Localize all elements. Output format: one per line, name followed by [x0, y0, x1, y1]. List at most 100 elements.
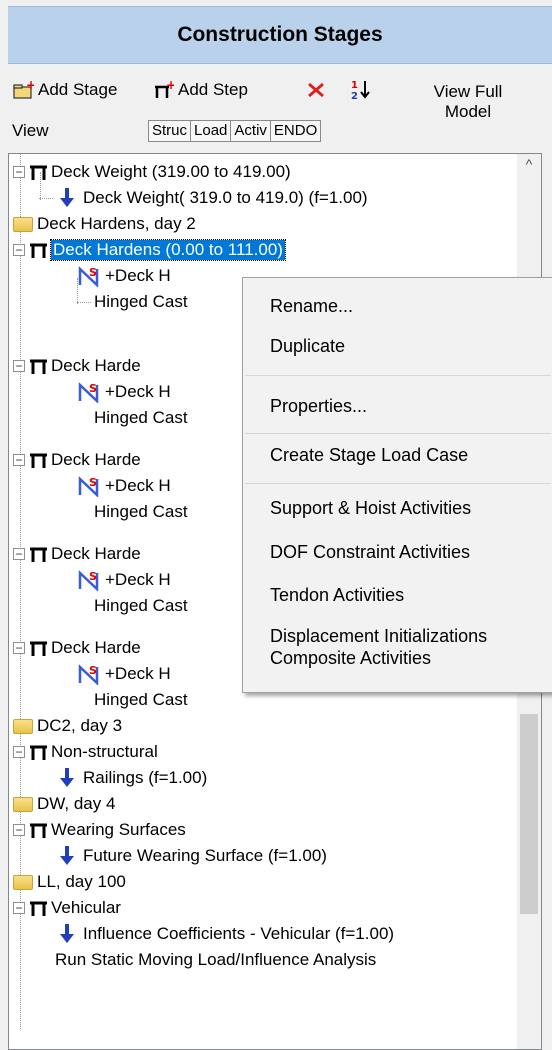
activity-icon: S — [78, 382, 99, 403]
menu-duplicate[interactable]: Duplicate — [270, 336, 345, 357]
tree-stage-label: DC2, day 3 — [37, 716, 123, 735]
tree-step[interactable]: − Non-structural — [13, 739, 158, 765]
tree-step-label: Deck Harde — [51, 544, 141, 563]
tree-item[interactable]: Run Static Moving Load/Influence Analysi… — [39, 947, 376, 973]
step-icon — [30, 823, 47, 838]
svg-text:S: S — [89, 266, 97, 279]
tree-activity-label: +Deck H — [105, 476, 171, 495]
tree-activity[interactable]: S +Deck H — [77, 263, 171, 289]
tree-load-label: Deck Weight( 319.0 to 419.0) (f=1.00) — [83, 188, 368, 207]
sort-button[interactable]: 1 2 — [350, 78, 372, 100]
tree-item-label: Hinged Cast — [94, 596, 188, 615]
load-arrow-icon — [60, 924, 74, 943]
menu-dof-constraint-activities[interactable]: DOF Constraint Activities — [270, 542, 470, 563]
load-arrow-icon — [60, 188, 74, 207]
tree-step[interactable]: − Deck Hardens (0.00 to 111.00) — [13, 237, 286, 263]
tree-load-label: Influence Coefficients - Vehicular (f=1.… — [83, 924, 395, 943]
menu-tendon-activities[interactable]: Tendon Activities — [270, 585, 404, 606]
tab-struc[interactable]: Struc — [148, 120, 192, 142]
add-step-button[interactable]: + Add Step — [152, 80, 248, 100]
add-stage-button[interactable]: + Add Stage — [12, 80, 117, 100]
menu-separator — [245, 483, 551, 484]
tree-item-label: Run Static Moving Load/Influence Analysi… — [55, 950, 377, 969]
tree-stage[interactable]: LL, day 100 — [13, 869, 126, 895]
add-stage-icon: + — [13, 80, 34, 99]
menu-composite-activities[interactable]: Composite Activities — [270, 648, 431, 669]
tree-step[interactable]: − Deck Harde — [13, 635, 141, 661]
tree-step[interactable]: − Vehicular — [13, 895, 121, 921]
delete-button[interactable] — [306, 80, 328, 100]
context-menu: Rename... Duplicate Properties... Create… — [242, 277, 552, 693]
tree-stage[interactable]: Deck Hardens, day 2 — [13, 211, 196, 237]
tree-step[interactable]: − Deck Harde — [13, 353, 141, 379]
toolbar: + Add Stage + Add Step 1 2 View Full Mod… — [8, 70, 552, 150]
step-icon — [30, 901, 47, 916]
folder-icon — [13, 874, 33, 890]
svg-text:S: S — [89, 476, 97, 489]
tree-item[interactable]: Hinged Cast — [77, 289, 188, 315]
tree-step-label: Deck Hardens (0.00 to 111.00) — [50, 239, 286, 261]
tree-step[interactable]: − Deck Harde — [13, 541, 141, 567]
collapse-icon[interactable]: − — [13, 746, 25, 758]
menu-rename[interactable]: Rename... — [270, 296, 353, 317]
activity-icon: S — [78, 476, 99, 497]
scroll-up-icon[interactable]: ^ — [521, 156, 537, 172]
tree-item-label: Hinged Cast — [94, 690, 188, 709]
tree-item[interactable]: Hinged Cast — [77, 405, 188, 431]
tree-activity[interactable]: S +Deck H — [77, 473, 171, 499]
tree-load[interactable]: Deck Weight( 319.0 to 419.0) (f=1.00) — [39, 185, 368, 211]
tree-step[interactable]: − Deck Weight (319.00 to 419.00) — [13, 159, 291, 185]
tree-activity-label: +Deck H — [105, 382, 171, 401]
step-icon — [30, 745, 47, 760]
svg-text:+: + — [166, 80, 174, 92]
collapse-icon[interactable]: − — [13, 548, 25, 560]
tree-step[interactable]: − Deck Harde — [13, 447, 141, 473]
tree-load-label: Future Wearing Surface (f=1.00) — [83, 846, 327, 865]
view-full-model-button[interactable]: View Full Model — [418, 82, 518, 122]
collapse-icon[interactable]: − — [13, 642, 25, 654]
tree-stage-label: Deck Hardens, day 2 — [37, 214, 196, 233]
tab-activ[interactable]: Activ — [230, 120, 271, 142]
menu-properties[interactable]: Properties... — [270, 396, 367, 417]
tree-stage[interactable]: DC2, day 3 — [13, 713, 122, 739]
add-step-icon: + — [155, 80, 174, 98]
tree-step[interactable]: − Wearing Surfaces — [13, 817, 186, 843]
view-tabs: Struc Load Activ ENDO — [148, 120, 322, 142]
tree-step-label: Deck Harde — [51, 450, 141, 469]
tree-load[interactable]: Future Wearing Surface (f=1.00) — [39, 843, 327, 869]
menu-displacement-initializations[interactable]: Displacement Initializations — [270, 626, 487, 647]
collapse-icon[interactable]: − — [13, 454, 25, 466]
collapse-icon[interactable]: − — [13, 166, 25, 178]
folder-icon — [13, 718, 33, 734]
svg-text:2: 2 — [351, 91, 358, 100]
tree-item[interactable]: Hinged Cast — [77, 687, 188, 713]
svg-text:S: S — [89, 382, 97, 395]
collapse-icon[interactable]: − — [13, 244, 25, 256]
tab-load[interactable]: Load — [190, 120, 232, 142]
tree-activity-label: +Deck H — [105, 664, 171, 683]
scroll-thumb[interactable] — [520, 714, 538, 914]
tab-endo[interactable]: ENDO — [269, 120, 322, 142]
tree-stage-label: LL, day 100 — [37, 872, 126, 891]
activity-icon: S — [78, 664, 99, 685]
collapse-icon[interactable]: − — [13, 360, 25, 372]
tree-step-label: Deck Weight (319.00 to 419.00) — [51, 162, 291, 181]
tree-activity[interactable]: S +Deck H — [77, 661, 171, 687]
view-full-label-2: Model — [444, 102, 492, 121]
tree-step-label: Wearing Surfaces — [51, 820, 186, 839]
tree-activity[interactable]: S +Deck H — [77, 379, 171, 405]
tree-step-label: Deck Harde — [51, 638, 141, 657]
menu-create-stage-load-case[interactable]: Create Stage Load Case — [270, 445, 468, 466]
view-full-label-1: View Full — [433, 82, 503, 101]
folder-icon — [13, 216, 33, 232]
tree-stage[interactable]: DW, day 4 — [13, 791, 115, 817]
tree-load[interactable]: Railings (f=1.00) — [39, 765, 207, 791]
tree-load[interactable]: Influence Coefficients - Vehicular (f=1.… — [39, 921, 394, 947]
tree-item[interactable]: Hinged Cast — [77, 499, 188, 525]
activity-icon: S — [78, 570, 99, 591]
tree-activity[interactable]: S +Deck H — [77, 567, 171, 593]
collapse-icon[interactable]: − — [13, 824, 25, 836]
menu-support-hoist-activities[interactable]: Support & Hoist Activities — [270, 498, 471, 519]
tree-item[interactable]: Hinged Cast — [77, 593, 188, 619]
collapse-icon[interactable]: − — [13, 902, 25, 914]
